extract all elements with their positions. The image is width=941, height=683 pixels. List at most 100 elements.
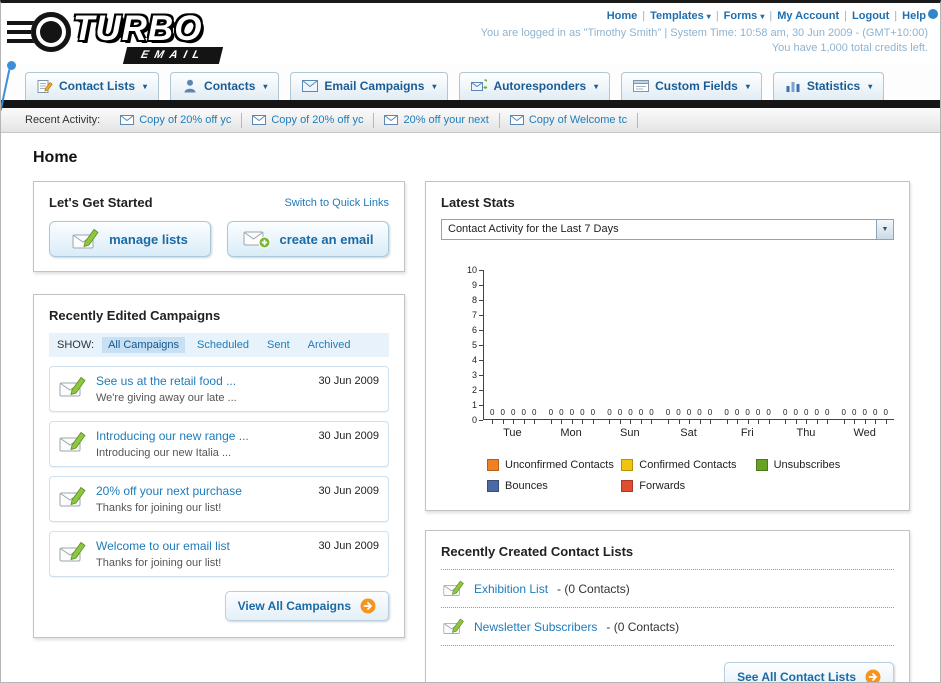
chart-value-label: 0: [814, 408, 819, 424]
manage-lists-label: manage lists: [109, 231, 188, 247]
campaign-row: 20% off your next purchase Thanks for joi…: [49, 476, 389, 522]
tab-contacts[interactable]: Contacts ▾: [170, 72, 280, 100]
app-logo: TURBO EMAIL: [7, 7, 277, 65]
contact-list-link[interactable]: Newsletter Subscribers: [474, 620, 597, 634]
contact-list-link[interactable]: Exhibition List: [474, 582, 548, 596]
header-right: Home | Templates ▾ | Forms ▾ | My Account | Logo…: [481, 7, 928, 65]
filter-all-campaigns[interactable]: All Campaigns: [102, 337, 185, 353]
get-started-panel: Let's Get Started Switch to Quick Links …: [33, 181, 405, 272]
chart-value-label: 0: [803, 408, 809, 424]
campaign-subtitle: Thanks for joining our list!: [96, 557, 222, 569]
chart-value-label: 0: [686, 408, 692, 424]
chart-value-label: 0: [532, 408, 537, 424]
left-column: Let's Get Started Switch to Quick Links …: [33, 181, 405, 638]
arrow-circle-icon: [865, 669, 881, 682]
x-axis-label: Mon: [560, 427, 582, 439]
pencil-envelope-icon: [59, 430, 87, 454]
envelope-icon: [120, 115, 135, 125]
campaign-date: 30 Jun 2009: [318, 430, 379, 442]
campaign-title-link[interactable]: 20% off your next purchase: [96, 484, 309, 498]
campaign-date: 30 Jun 2009: [318, 375, 379, 387]
chart-legend: Unconfirmed Contacts Confirmed Contacts Un…: [487, 459, 894, 492]
chart-group: 00000: [777, 408, 836, 424]
legend-swatch: [487, 480, 499, 492]
recent-activity-item[interactable]: Copy of Welcome tc: [500, 112, 639, 128]
top-link-help[interactable]: Help: [902, 10, 926, 22]
filter-scheduled[interactable]: Scheduled: [191, 337, 255, 353]
legend-swatch: [487, 459, 499, 471]
chart-value-label: 0: [873, 408, 878, 424]
right-column: Latest Stats Contact Activity for the La…: [425, 181, 910, 682]
top-link-templates[interactable]: Templates ▾: [650, 10, 711, 22]
corner-dot-decoration: [928, 9, 938, 19]
chart-value-label: 0: [628, 408, 633, 424]
recent-activity-link[interactable]: Copy of 20% off yc: [139, 114, 231, 126]
manage-lists-button[interactable]: manage lists: [49, 221, 211, 257]
chart-group: 00000: [543, 408, 602, 424]
view-all-campaigns-label: View All Campaigns: [237, 599, 351, 613]
recent-activity-link[interactable]: Copy of Welcome tc: [529, 114, 627, 126]
chart-value-label: 0: [649, 408, 654, 424]
x-axis-label: Sun: [620, 427, 640, 439]
recent-activity-link[interactable]: 20% off your next: [403, 114, 488, 126]
tab-autoresponders[interactable]: Autoresponders ▾: [459, 72, 611, 100]
chevron-down-icon: ▾: [706, 12, 711, 21]
page-root: TURBO EMAIL Home | Templates ▾ | Forms ▾ | My …: [0, 0, 941, 683]
tab-statistics[interactable]: Statistics ▾: [772, 72, 885, 100]
chart-value-label: 0: [500, 408, 505, 424]
tab-label: Contact Lists: [59, 79, 136, 93]
see-all-contact-lists-button[interactable]: See All Contact Lists: [724, 662, 894, 682]
stats-period-select[interactable]: Contact Activity for the Last 7 Days ▼: [441, 219, 894, 240]
tab-email-campaigns[interactable]: Email Campaigns ▾: [290, 72, 449, 100]
autoresponders-icon: [471, 78, 488, 94]
chart-value-label: 0: [724, 408, 729, 424]
campaign-title-link[interactable]: Introducing our new range ...: [96, 429, 309, 443]
top-link-my-account[interactable]: My Account: [777, 10, 839, 22]
top-nav: Home | Templates ▾ | Forms ▾ | My Account | Logo…: [481, 10, 928, 22]
chevron-down-icon: ▾: [868, 81, 873, 91]
top-link-home[interactable]: Home: [607, 10, 638, 22]
tab-custom-fields[interactable]: Custom Fields ▾: [621, 72, 762, 100]
envelope-icon: [384, 115, 399, 125]
campaign-text: Welcome to our email list Thanks for join…: [96, 539, 309, 569]
filter-archived[interactable]: Archived: [302, 337, 357, 353]
recent-activity-item[interactable]: 20% off your next: [374, 112, 500, 128]
view-all-campaigns-button[interactable]: View All Campaigns: [224, 591, 389, 621]
tab-label: Statistics: [806, 79, 861, 93]
top-link-forms[interactable]: Forms ▾: [724, 10, 765, 22]
campaign-text: 20% off your next purchase Thanks for joi…: [96, 484, 309, 514]
contact-list-items: Exhibition List - (0 Contacts) Newsletter …: [441, 569, 894, 646]
page-title: Home: [33, 149, 78, 166]
chart-value-label: 0: [883, 408, 888, 424]
campaign-row: Welcome to our email list Thanks for join…: [49, 531, 389, 577]
filter-sent[interactable]: Sent: [261, 337, 296, 353]
top-nav-separator: |: [715, 10, 719, 22]
switch-quick-links-link[interactable]: Switch to Quick Links: [284, 197, 389, 209]
legend-item: Unconfirmed Contacts: [487, 459, 621, 471]
recent-contact-lists-panel: Recently Created Contact Lists Exhibitio…: [425, 530, 910, 682]
chevron-down-icon: ▾: [432, 81, 437, 91]
legend-label: Bounces: [505, 480, 548, 492]
campaign-subtitle: Introducing our new Italia ...: [96, 447, 232, 459]
chart-value-label: 0: [607, 408, 612, 424]
content: Home Let's Get Started Switch to Quick L…: [1, 133, 940, 682]
recent-activity-item[interactable]: Copy of 20% off yc: [242, 112, 375, 128]
recent-activity-items: Copy of 20% off yc Copy of 20% off yc 20% …: [110, 108, 639, 132]
chart-value-label: 0: [841, 408, 846, 424]
chevron-down-icon: ▾: [143, 81, 148, 91]
tab-label: Contacts: [204, 79, 256, 93]
chart-value-label: 0: [697, 408, 702, 424]
create-email-button[interactable]: create an email: [227, 221, 389, 257]
recent-activity-item[interactable]: Copy of 20% off yc: [110, 112, 243, 128]
tab-contact-lists[interactable]: Contact Lists ▾: [25, 72, 160, 100]
logo-subword: EMAIL: [122, 47, 224, 64]
latest-stats-title: Latest Stats: [441, 195, 515, 210]
campaign-row: Introducing our new range ... Introducing…: [49, 421, 389, 467]
campaign-title-link[interactable]: See us at the retail food ...: [96, 374, 309, 388]
recent-activity-bar: Recent Activity: Copy of 20% off yc Copy …: [1, 108, 940, 133]
campaign-title-link[interactable]: Welcome to our email list: [96, 539, 309, 553]
recent-activity-link[interactable]: Copy of 20% off yc: [271, 114, 363, 126]
pencil-envelope-icon: [59, 540, 87, 564]
chart-plot: 00000000000000000000000000000000000: [483, 270, 894, 424]
top-link-logout[interactable]: Logout: [852, 10, 889, 22]
